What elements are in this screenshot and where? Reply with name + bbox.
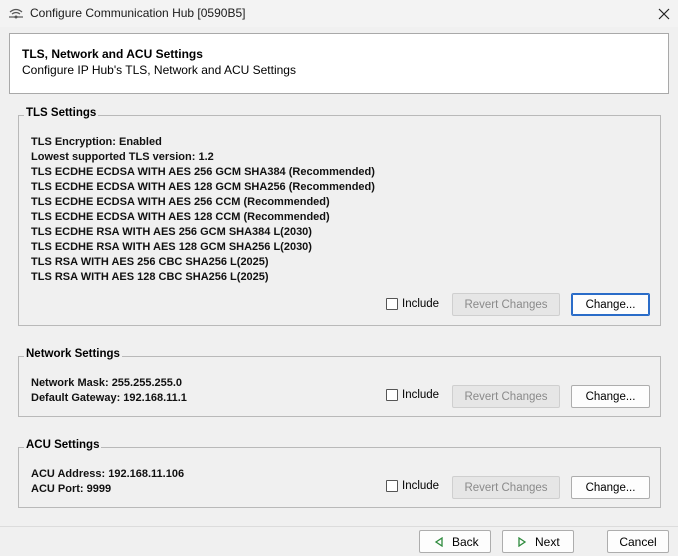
close-button[interactable] xyxy=(650,0,678,27)
acu-line: ACU Address: 192.168.11.106 xyxy=(31,468,185,480)
tls-settings-group: TLS Settings TLS Encryption: Enabled Low… xyxy=(18,107,661,326)
tls-line: TLS ECDHE ECDSA WITH AES 128 GCM SHA256 … xyxy=(31,181,375,193)
network-revert-changes-button[interactable]: Revert Changes xyxy=(452,385,560,408)
footer-separator xyxy=(0,526,678,527)
tls-line: TLS ECDHE ECDSA WITH AES 128 CCM (Recomm… xyxy=(31,211,330,223)
cancel-label: Cancel xyxy=(619,534,657,549)
back-label: Back xyxy=(452,534,479,549)
next-arrow-icon xyxy=(518,536,527,547)
checkbox-box[interactable] xyxy=(386,389,398,401)
close-icon xyxy=(658,8,670,19)
header-panel: TLS, Network and ACU Settings Configure … xyxy=(9,33,669,94)
network-line: Default Gateway: 192.168.11.1 xyxy=(31,392,187,404)
page-title: TLS, Network and ACU Settings xyxy=(22,47,203,61)
back-arrow-icon xyxy=(434,536,443,547)
network-change-button[interactable]: Change... xyxy=(571,385,650,408)
network-include-checkbox[interactable]: Include xyxy=(386,389,439,401)
acu-line: ACU Port: 9999 xyxy=(31,483,112,495)
tls-line: TLS RSA WITH AES 128 CBC SHA256 L(2025) xyxy=(31,271,269,283)
tls-line: TLS ECDHE RSA WITH AES 256 GCM SHA384 L(… xyxy=(31,226,312,238)
network-line: Network Mask: 255.255.255.0 xyxy=(31,377,183,389)
acu-include-label: Include xyxy=(402,480,440,492)
acu-revert-changes-button[interactable]: Revert Changes xyxy=(452,476,560,499)
cancel-button[interactable]: Cancel xyxy=(607,530,669,553)
tls-line: TLS ECDHE RSA WITH AES 128 GCM SHA256 L(… xyxy=(31,241,312,253)
acu-include-checkbox[interactable]: Include xyxy=(386,480,439,492)
tls-line: Lowest supported TLS version: 1.2 xyxy=(31,151,214,163)
next-label: Next xyxy=(535,534,560,549)
tls-line: TLS RSA WITH AES 256 CBC SHA256 L(2025) xyxy=(31,256,269,268)
back-button[interactable]: Back xyxy=(419,530,491,553)
network-group-title: Network Settings xyxy=(24,348,122,360)
acu-settings-group: ACU Settings ACU Address: 192.168.11.106… xyxy=(18,439,661,508)
acu-group-title: ACU Settings xyxy=(24,439,102,451)
window-title: Configure Communication Hub [0590B5] xyxy=(30,6,246,20)
tls-line: TLS ECDHE ECDSA WITH AES 256 GCM SHA384 … xyxy=(31,166,375,178)
acu-change-button[interactable]: Change... xyxy=(571,476,650,499)
checkbox-box[interactable] xyxy=(386,480,398,492)
tls-include-label: Include xyxy=(402,298,440,310)
next-button[interactable]: Next xyxy=(502,530,574,553)
network-settings-group: Network Settings Network Mask: 255.255.2… xyxy=(18,348,661,417)
tls-group-title: TLS Settings xyxy=(24,107,99,119)
tls-include-checkbox[interactable]: Include xyxy=(386,298,439,310)
checkbox-box[interactable] xyxy=(386,298,398,310)
page-subtitle: Configure IP Hub's TLS, Network and ACU … xyxy=(22,63,296,77)
tls-revert-changes-button[interactable]: Revert Changes xyxy=(452,293,560,316)
tls-line: TLS ECDHE ECDSA WITH AES 256 CCM (Recomm… xyxy=(31,196,330,208)
tls-change-button[interactable]: Change... xyxy=(571,293,650,316)
hub-app-icon xyxy=(9,8,23,19)
network-include-label: Include xyxy=(402,389,440,401)
tls-line: TLS Encryption: Enabled xyxy=(31,136,162,148)
title-bar: Configure Communication Hub [0590B5] xyxy=(0,0,678,27)
